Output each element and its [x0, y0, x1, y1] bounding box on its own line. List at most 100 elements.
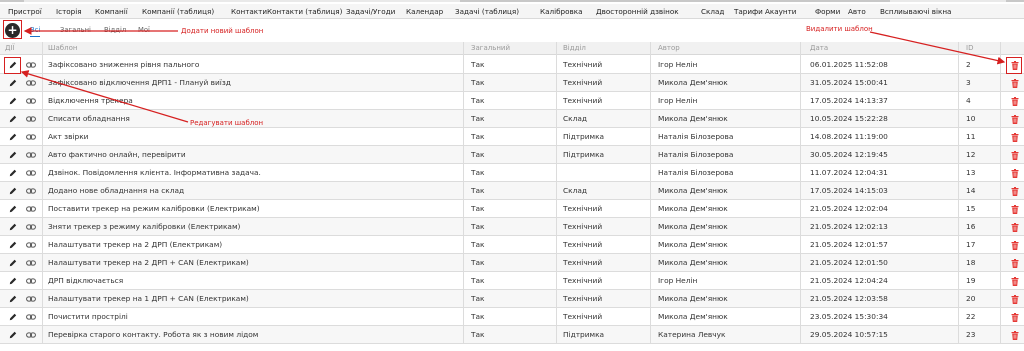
pencil-icon[interactable]	[9, 331, 17, 339]
trash-icon[interactable]	[1011, 223, 1019, 232]
trash-icon[interactable]	[1011, 169, 1019, 178]
pencil-icon[interactable]	[9, 295, 17, 303]
link-icon[interactable]	[26, 295, 36, 303]
table-row[interactable]: Налаштувати трекер на 1 ДРП + CAN (Елект…	[0, 290, 1024, 308]
pencil-icon[interactable]	[9, 133, 17, 141]
menu-item[interactable]: Контакти (таблиця)	[267, 4, 342, 19]
menu-item[interactable]: Склад	[701, 4, 724, 19]
table-row[interactable]: Зняти трекер з режиму калібровки (Електр…	[0, 218, 1024, 236]
cell-date: 10.05.2024 15:22:28	[810, 114, 888, 123]
menu-item[interactable]: Задачі/Угоди	[346, 4, 395, 19]
link-icon[interactable]	[26, 115, 36, 123]
trash-icon[interactable]	[1011, 133, 1019, 142]
link-icon[interactable]	[26, 97, 36, 105]
link-icon[interactable]	[26, 331, 36, 339]
table-row[interactable]: Поставити трекер на режим калібровки (Ел…	[0, 200, 1024, 218]
pencil-icon[interactable]	[9, 187, 17, 195]
column-header-general[interactable]: Загальний	[471, 42, 551, 55]
tab-department[interactable]: Відділ	[104, 24, 126, 37]
pencil-icon[interactable]	[9, 151, 17, 159]
cell-department: Підтримка	[563, 330, 605, 339]
link-icon[interactable]	[26, 79, 36, 87]
link-icon[interactable]	[26, 241, 36, 249]
trash-icon[interactable]	[1011, 115, 1019, 124]
table-row[interactable]: ДРП відключається Так Технічний Ігор Нелін 2…	[0, 272, 1024, 290]
column-header-department[interactable]: Відділ	[563, 42, 643, 55]
link-icon[interactable]	[26, 259, 36, 267]
link-icon[interactable]	[26, 151, 36, 159]
table-row[interactable]: Акт звірки Так Підтримка Наталія Білозерова…	[0, 128, 1024, 146]
link-icon[interactable]	[26, 61, 36, 69]
link-icon[interactable]	[26, 313, 36, 321]
cell-template: Акт звірки	[48, 132, 89, 141]
trash-icon[interactable]	[1011, 313, 1019, 322]
trash-icon[interactable]	[1011, 205, 1019, 214]
table-row[interactable]: Налаштувати трекер на 2 ДРП + CAN (Елект…	[0, 254, 1024, 272]
table-row[interactable]: Списати обладнання Так Склад Микола Дем'яню…	[0, 110, 1024, 128]
pencil-icon[interactable]	[9, 223, 17, 231]
menu-item[interactable]: Акаунти	[765, 4, 796, 19]
pencil-icon[interactable]	[9, 313, 17, 321]
trash-icon[interactable]	[1011, 241, 1019, 250]
pencil-icon[interactable]	[9, 205, 17, 213]
trash-icon[interactable]	[1011, 331, 1019, 340]
menu-item[interactable]: Задачі (таблиця)	[455, 4, 519, 19]
tab-mine[interactable]: Мої	[138, 24, 150, 37]
column-header-id[interactable]: ID	[966, 42, 996, 55]
table-row[interactable]: Перевірка старого контакту. Робота як з …	[0, 326, 1024, 344]
trash-icon[interactable]	[1011, 151, 1019, 160]
column-divider	[800, 42, 801, 344]
cell-id: 17	[966, 240, 976, 249]
trash-icon[interactable]	[1011, 79, 1019, 88]
link-icon[interactable]	[26, 277, 36, 285]
menu-item[interactable]: Авто	[848, 4, 866, 19]
menu-item[interactable]: Всплиываючі вікна	[880, 4, 951, 19]
menu-item[interactable]: Форми	[815, 4, 840, 19]
menu-item[interactable]: Тарифи	[734, 4, 763, 19]
annotation-add-template: Додати новий шаблон	[181, 27, 264, 35]
table-row[interactable]: Додано нове обладнання на склад Так Склад М…	[0, 182, 1024, 200]
column-header-author[interactable]: Автор	[658, 42, 788, 55]
menu-item[interactable]: Календар	[406, 4, 443, 19]
table-row[interactable]: Налаштувати трекер на 2 ДРП (Електрикам)…	[0, 236, 1024, 254]
cell-id: 14	[966, 186, 976, 195]
menu-item[interactable]: Двосторонній дзвінок	[596, 4, 679, 19]
menu-item[interactable]: Пристрої	[8, 4, 42, 19]
trash-icon[interactable]	[1011, 277, 1019, 286]
link-icon[interactable]	[26, 205, 36, 213]
pencil-icon[interactable]	[9, 79, 17, 87]
column-header-template[interactable]: Шаблон	[48, 42, 448, 55]
tab-all[interactable]: Всі	[30, 24, 41, 37]
table-row[interactable]: Зафіксовано відключення ДРП1 - Плануй ви…	[0, 74, 1024, 92]
trash-icon[interactable]	[1011, 97, 1019, 106]
link-icon[interactable]	[26, 133, 36, 141]
link-icon[interactable]	[26, 223, 36, 231]
pencil-icon[interactable]	[9, 259, 17, 267]
link-icon[interactable]	[26, 169, 36, 177]
menu-item[interactable]: Компанії	[95, 4, 128, 19]
tab-general[interactable]: Загальні	[60, 24, 91, 37]
pencil-icon[interactable]	[9, 241, 17, 249]
pencil-icon[interactable]	[9, 115, 17, 123]
table-row[interactable]: Дзвінок. Повідомлення клієнта. Інформати…	[0, 164, 1024, 182]
link-icon[interactable]	[26, 187, 36, 195]
cell-general: Так	[471, 258, 485, 267]
cell-department: Технічний	[563, 60, 603, 69]
trash-icon[interactable]	[1011, 187, 1019, 196]
pencil-icon[interactable]	[9, 277, 17, 285]
pencil-icon[interactable]	[9, 169, 17, 177]
trash-icon[interactable]	[1011, 295, 1019, 304]
table-row[interactable]: Відключення трекера Так Технічний Ігор Нелі…	[0, 92, 1024, 110]
highlight-add-button	[3, 20, 22, 39]
menu-item[interactable]: Контакти	[231, 4, 267, 19]
table-row[interactable]: Авто фактично онлайн, перевірити Так Підтр…	[0, 146, 1024, 164]
trash-icon[interactable]	[1011, 259, 1019, 268]
table-row[interactable]: Зафіксовано зниження рівня пального Так Те…	[0, 56, 1024, 74]
menu-item[interactable]: Історія	[56, 4, 82, 19]
cell-date: 21.05.2024 12:01:57	[810, 240, 888, 249]
table-row[interactable]: Почистити прострілі Так Технічний Микола Де…	[0, 308, 1024, 326]
menu-item[interactable]: Компанії (таблиця)	[142, 4, 214, 19]
pencil-icon[interactable]	[9, 97, 17, 105]
menu-item[interactable]: Калібровка	[540, 4, 582, 19]
column-header-date[interactable]: Дата	[810, 42, 950, 55]
